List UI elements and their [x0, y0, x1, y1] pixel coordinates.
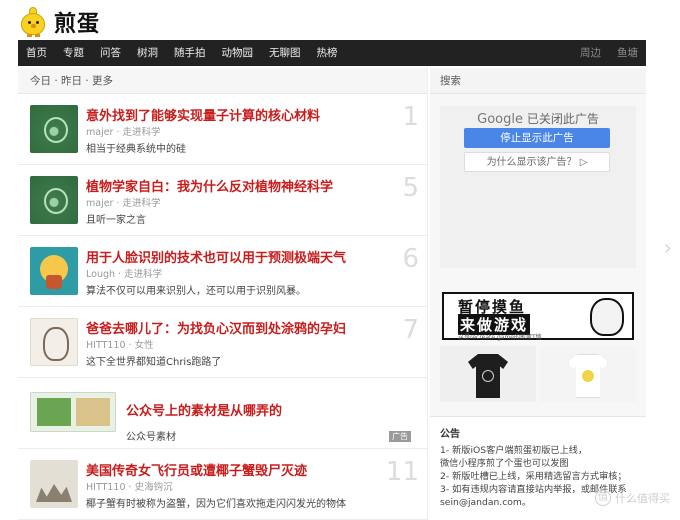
- game-banner[interactable]: 暂停摸鱼 来做游戏 这是recreate game的煎蛋T恤: [442, 292, 634, 341]
- nav-item-qa[interactable]: 问答: [92, 40, 129, 66]
- watermark-icon: 值: [595, 490, 611, 506]
- post-thumbnail[interactable]: [30, 460, 78, 508]
- list-item[interactable]: 用于人脸识别的技术也可以用于预测极端天气 Lough · 走进科学 算法不仅可以…: [18, 236, 427, 307]
- post-thumbnail[interactable]: [30, 318, 78, 366]
- announcement-line: 1- 新版iOS客户端煎蛋初版已上线，: [440, 445, 588, 456]
- bird-doodle-icon: [590, 298, 624, 336]
- ad-badge: 广告: [389, 431, 411, 442]
- post-thumbnail[interactable]: [30, 176, 78, 224]
- post-meta: HITT110 · 史海钩沉: [86, 482, 173, 493]
- post-list: 今日 · 昨日 · 更多 意外找到了能够实现量子计算的核心材料 majer · …: [18, 68, 428, 520]
- post-title[interactable]: 公众号上的素材是从哪弄的: [126, 400, 282, 419]
- nav-item-merch[interactable]: 周边: [572, 40, 609, 66]
- sidebar: 搜索 Google 已关闭此广告 停止显示此广告 为什么显示该广告？ ▷ 暂停摸…: [430, 68, 646, 520]
- list-item[interactable]: 植物学家自白：我为什么反对植物神经科学 majer · 走进科学 且听一家之言 …: [18, 165, 427, 236]
- google-logo: Google: [477, 112, 523, 127]
- post-title[interactable]: 用于人脸识别的技术也可以用于预测极端天气: [86, 247, 346, 266]
- watermark-text: 什么值得买: [615, 492, 670, 505]
- post-thumbnail[interactable]: [30, 247, 78, 295]
- nav-item-topics[interactable]: 专题: [55, 40, 92, 66]
- post-thumbnail[interactable]: [30, 392, 116, 432]
- post-desc: 算法不仅可以用来识别人，还可以用于识别风暴。: [86, 286, 306, 297]
- post-meta: majer · 走进科学: [86, 127, 161, 138]
- nav-item-home[interactable]: 首页: [18, 40, 55, 66]
- stop-ad-button[interactable]: 停止显示此广告: [464, 128, 610, 148]
- tshirt-black-image[interactable]: [440, 346, 536, 402]
- sidebar-search[interactable]: 搜索: [430, 68, 646, 94]
- logo-text: 煎蛋: [54, 12, 101, 37]
- post-desc: 且听一家之言: [86, 215, 146, 226]
- ad-closed-panel: Google 已关闭此广告 停止显示此广告 为什么显示该广告？ ▷: [440, 106, 636, 268]
- post-title[interactable]: 美国传奇女飞行员或遭椰子蟹毁尸灭迹: [86, 460, 307, 479]
- list-item[interactable]: 爸爸去哪儿了：为找负心汉而到处涂鸦的孕妇 HITT110 · 女性 这下全世界都…: [18, 307, 427, 378]
- nav-item-treehole[interactable]: 树洞: [129, 40, 166, 66]
- post-comment-count: 6: [402, 244, 419, 274]
- post-desc: 椰子蟹有时被称为盗蟹，因为它们喜欢拖走闪闪发光的物体: [86, 499, 346, 510]
- watermark: 值 什么值得买: [595, 490, 670, 506]
- banner-sub: 这是recreate game的煎蛋T恤: [458, 334, 542, 341]
- post-comment-count: 5: [402, 173, 419, 203]
- list-item[interactable]: 意外找到了能够实现量子计算的核心材料 majer · 走进科学 相当于经典系统中…: [18, 94, 427, 165]
- top-nav: 首页 专题 问答 树洞 随手拍 动物园 无聊图 热榜 周边 鱼塘: [18, 40, 646, 66]
- post-thumbnail[interactable]: [30, 105, 78, 153]
- post-comment-count: 1: [402, 102, 419, 132]
- sponsored-item[interactable]: 公众号上的素材是从哪弄的 公众号素材 广告: [18, 378, 427, 449]
- tshirt-print-icon: [482, 370, 494, 382]
- chick-mascot-icon: [18, 7, 48, 37]
- list-item[interactable]: 美国传奇女飞行员或遭椰子蟹毁尸灭迹 HITT110 · 史海钩沉 椰子蟹有时被称…: [18, 449, 427, 520]
- nav-item-hot[interactable]: 热榜: [309, 40, 346, 66]
- post-title[interactable]: 意外找到了能够实现量子计算的核心材料: [86, 105, 320, 124]
- post-comment-count: 11: [385, 457, 419, 487]
- why-ad-button[interactable]: 为什么显示该广告？ ▷: [464, 152, 610, 172]
- post-title[interactable]: 爸爸去哪儿了：为找负心汉而到处涂鸦的孕妇: [86, 318, 346, 337]
- post-meta: HITT110 · 女性: [86, 340, 154, 351]
- tshirt-print-icon: [582, 370, 594, 382]
- announcement-line: 2- 新版吐槽已上线，采用精选留言方式审核；: [440, 471, 627, 482]
- post-desc: 公众号素材: [126, 432, 176, 443]
- post-title[interactable]: 植物学家自白：我为什么反对植物神经科学: [86, 176, 333, 195]
- nav-item-zoo[interactable]: 动物园: [214, 40, 262, 66]
- chevron-right-icon[interactable]: ›: [663, 236, 672, 261]
- nav-item-boring-pics[interactable]: 无聊图: [261, 40, 309, 66]
- post-meta: Lough · 走进科学: [86, 269, 163, 280]
- tshirt-white-image[interactable]: [540, 346, 636, 402]
- nav-item-fishpond[interactable]: 鱼塘: [609, 40, 646, 66]
- site-logo[interactable]: 煎蛋: [18, 6, 100, 38]
- post-desc: 这下全世界都知道Chris跑路了: [86, 357, 222, 368]
- date-filter[interactable]: 今日 · 昨日 · 更多: [18, 68, 427, 94]
- post-comment-count: 7: [402, 315, 419, 345]
- post-meta: majer · 走进科学: [86, 198, 161, 209]
- announcement-title: 公告: [440, 429, 460, 440]
- post-desc: 相当于经典系统中的硅: [86, 144, 186, 155]
- ad-closed-text: 已关闭此广告: [526, 112, 599, 126]
- announcement-line: 微信小程序煎了个蛋也可以发图: [440, 458, 569, 469]
- nav-item-snapshots[interactable]: 随手拍: [166, 40, 214, 66]
